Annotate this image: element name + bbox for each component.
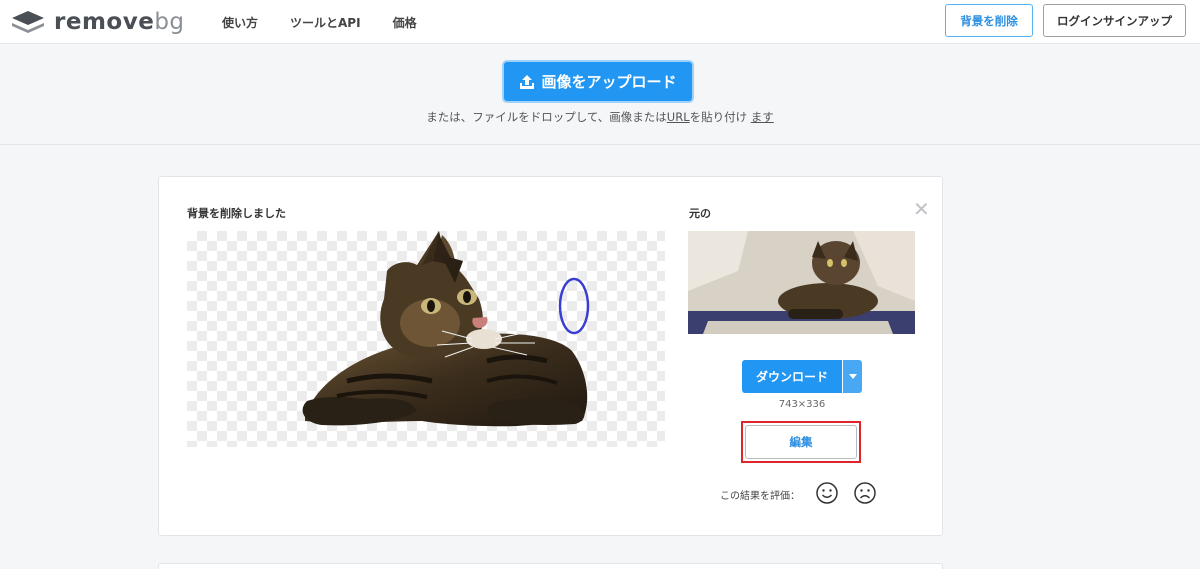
rate-result-label: この結果を評価： — [720, 491, 800, 502]
main-nav: 使い方 ツールとAPI 価格 — [222, 14, 417, 31]
top-header: removebg 使い方 ツールとAPI 価格 背景を削除 ログインサインアップ — [0, 0, 1200, 44]
upload-icon — [520, 74, 535, 89]
edit-button[interactable]: 編集 — [745, 425, 857, 459]
result-card: 背景を削除しました 元の ✕ ダウンロード 743×336 編集 この結果を評価… — [158, 176, 943, 536]
remove-background-button[interactable]: 背景を削除 — [945, 4, 1033, 37]
upload-button-label: 画像をアップロード — [541, 73, 677, 91]
nav-pricing[interactable]: 価格 — [393, 14, 417, 31]
original-title: 元の — [689, 207, 711, 220]
result-title: 背景を削除しました — [187, 207, 286, 220]
original-photo — [688, 231, 915, 334]
download-button[interactable]: ダウンロード — [742, 360, 842, 393]
hint-prefix: または、ファイルをドロップして、画像または — [426, 110, 667, 124]
paste-url-link[interactable]: URL — [667, 110, 690, 124]
upload-hint: または、ファイルをドロップして、画像またはURLを貼り付け ます — [0, 109, 1200, 125]
chevron-down-icon — [848, 374, 857, 379]
annotation-ellipse — [558, 277, 590, 335]
image-size: 743×336 — [778, 399, 826, 410]
nav-tools-api[interactable]: ツールとAPI — [290, 14, 361, 31]
close-icon[interactable]: ✕ — [913, 197, 930, 221]
nav-how-to[interactable]: 使い方 — [222, 14, 258, 31]
smile-icon[interactable] — [815, 481, 839, 505]
upload-image-button[interactable]: 画像をアップロード — [502, 60, 694, 103]
frown-icon[interactable] — [853, 481, 877, 505]
next-result-card — [158, 563, 943, 569]
logo-text: removebg — [54, 9, 185, 35]
layers-logo-icon — [12, 11, 44, 33]
original-image-thumbnail[interactable] — [688, 231, 915, 334]
hint-suffix: ます — [750, 110, 774, 124]
upload-zone[interactable]: 画像をアップロード または、ファイルをドロップして、画像またはURLを貼り付け … — [0, 45, 1200, 145]
hint-mid: を貼り付け — [689, 110, 751, 124]
logo[interactable]: removebg — [10, 9, 185, 35]
download-options-button[interactable] — [843, 360, 862, 393]
login-signup-button[interactable]: ログインサインアップ — [1043, 4, 1186, 37]
cat-cutout-image — [302, 231, 590, 427]
removed-background-preview — [187, 231, 665, 447]
